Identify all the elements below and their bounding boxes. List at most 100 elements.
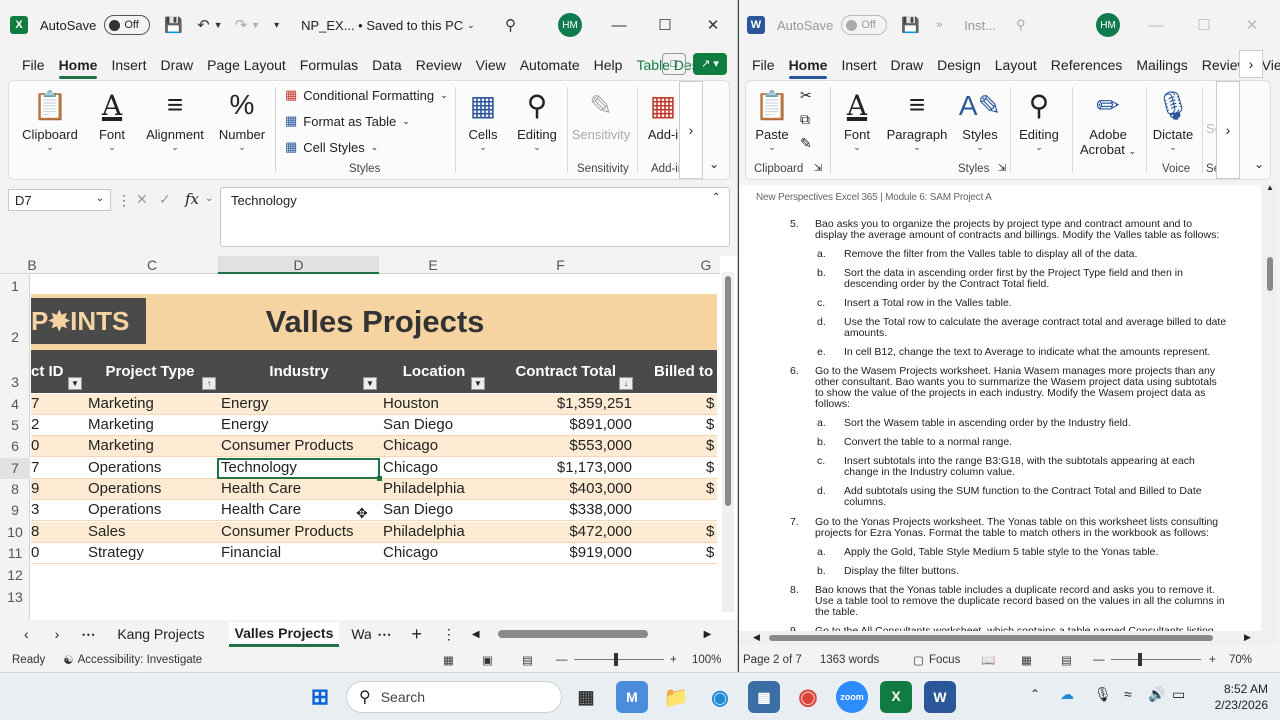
filter-dropdown-icon[interactable]: ▼ (68, 377, 82, 390)
battery-icon[interactable]: ▭ (1172, 686, 1185, 703)
chrome-icon[interactable]: ◉ (792, 681, 824, 713)
redo-icon[interactable]: ↷ (235, 16, 248, 34)
collapse-formula-bar-icon[interactable]: ⌃ (712, 192, 720, 203)
sheet-options-icon[interactable]: ⋮ (442, 626, 456, 643)
horizontal-scrollbar[interactable]: ◀ ▶ (739, 631, 1277, 645)
adobe-acrobat-button[interactable]: ✏ Adobe Acrobat ⌄ (1076, 85, 1140, 159)
column-header-b[interactable]: B (22, 256, 42, 274)
volume-icon[interactable]: 🔊 (1148, 686, 1165, 703)
row-header[interactable]: 9 (0, 500, 30, 521)
tab-file[interactable]: File (745, 57, 782, 73)
zoom-in-icon[interactable]: + (670, 654, 677, 666)
zoom-slider[interactable] (1111, 659, 1201, 660)
more-sheets-icon[interactable]: ⋯ (377, 626, 391, 643)
table-cell-billed[interactable]: $ (706, 544, 720, 564)
undo-icon[interactable]: ↶ (197, 16, 210, 34)
paste-button[interactable]: 📋 Paste ⌄ (752, 85, 792, 153)
sort-ascending-icon[interactable]: ↑ (202, 377, 216, 390)
taskbar-search[interactable]: ⚲ Search (346, 681, 562, 713)
table-cell-type[interactable]: Marketing (88, 437, 216, 457)
status-words[interactable]: 1363 words (820, 654, 879, 666)
sensitivity-button[interactable]: ✎ Sensitivity (569, 85, 633, 143)
dictate-button[interactable]: 🎙 Dictate ⌄ (1150, 85, 1196, 153)
zoom-in-icon[interactable]: + (1209, 654, 1216, 666)
tab-draw[interactable]: Draw (883, 57, 930, 73)
previous-sheet-icon[interactable]: ‹ (24, 626, 29, 642)
table-cell-id[interactable]: 0 (31, 544, 61, 564)
web-layout-icon[interactable]: ▤ (1061, 653, 1072, 667)
status-accessibility[interactable]: Accessibility: Investigate (78, 654, 203, 666)
search-icon[interactable]: ⚲ (505, 16, 516, 34)
zoom-slider-thumb[interactable] (1138, 653, 1142, 666)
tab-layout[interactable]: Layout (988, 57, 1044, 73)
table-cell-type[interactable]: Operations (88, 501, 216, 521)
table-cell-industry[interactable]: Health Care (221, 501, 378, 521)
tab-page-layout[interactable]: Page Layout (200, 57, 293, 73)
column-header-e[interactable]: E (380, 256, 486, 274)
tab-references[interactable]: References (1044, 57, 1130, 73)
row-header[interactable]: 3 (0, 372, 30, 392)
zoom-out-icon[interactable]: — (556, 654, 568, 666)
tab-home[interactable]: Home (52, 57, 105, 79)
table-cell-type[interactable]: Operations (88, 480, 216, 500)
table-cell-billed[interactable] (706, 501, 720, 521)
column-header-g[interactable]: G (692, 256, 720, 274)
active-cell-d7[interactable] (217, 458, 380, 479)
customize-toolbar-icon[interactable]: ▾ (274, 20, 279, 31)
share-button[interactable]: ↗ ▾ (693, 53, 727, 75)
table-cell-location[interactable]: Philadelphia (383, 523, 487, 543)
more-options-icon[interactable]: ⋮ (117, 192, 131, 209)
table-cell-industry[interactable]: Energy (221, 395, 378, 415)
vertical-scroll-thumb[interactable] (1267, 257, 1273, 291)
table-cell-type[interactable]: Strategy (88, 544, 216, 564)
table-cell-industry[interactable]: Consumer Products (221, 437, 378, 457)
minimize-button[interactable]: — (1133, 0, 1179, 50)
conditional-formatting-button[interactable]: ▦ Conditional Formatting ⌄ (285, 87, 448, 103)
sheet-tab-wasem-projects[interactable]: Wa (351, 626, 371, 642)
row-header[interactable]: 7 (0, 458, 30, 479)
fill-handle[interactable] (377, 476, 382, 481)
format-painter-icon[interactable]: ✎ (800, 135, 812, 152)
ribbon-scroll-right-button[interactable]: › (1216, 81, 1240, 179)
format-as-table-button[interactable]: ▦ Format as Table ⌄ (285, 113, 410, 129)
file-explorer-icon[interactable]: 📁 (660, 681, 692, 713)
row-header[interactable]: 12 (0, 565, 30, 586)
row-header[interactable]: 11 (0, 543, 30, 564)
status-page[interactable]: Page 2 of 7 (743, 654, 802, 666)
scroll-up-icon[interactable]: ▲ (1266, 183, 1274, 192)
filter-dropdown-icon[interactable]: ▼ (471, 377, 485, 390)
excel-filename[interactable]: NP_EX... • Saved to this PC (301, 18, 463, 33)
styles-button[interactable]: A✎ Styles ⌄ (958, 85, 1002, 153)
avatar[interactable]: HM (558, 13, 582, 37)
table-cell-billed[interactable]: $ (706, 480, 720, 500)
tab-file[interactable]: File (15, 57, 52, 73)
name-box[interactable]: D7 ⌄ (8, 189, 111, 211)
table-cell-location[interactable]: Philadelphia (383, 480, 487, 500)
cell-styles-button[interactable]: ▦ Cell Styles ⌄ (285, 139, 378, 155)
table-cell-total[interactable]: $1,173,000 (490, 459, 632, 479)
table-cell-industry[interactable]: Financial (221, 544, 378, 564)
maximize-button[interactable]: ☐ (642, 0, 688, 50)
row-header[interactable]: 6 (0, 436, 30, 457)
editing-button[interactable]: ⚲ Editing ⌄ (511, 85, 563, 153)
font-button[interactable]: A Font ⌄ (87, 85, 137, 153)
column-header-d[interactable]: D (218, 256, 379, 274)
start-icon[interactable]: ⊞ (304, 681, 336, 713)
save-icon[interactable]: 💾 (901, 16, 920, 34)
page-layout-view-icon[interactable]: ▣ (482, 653, 493, 667)
zoom-level[interactable]: 70% (1229, 654, 1252, 666)
ribbon-scroll-right-button[interactable]: › (679, 81, 703, 179)
tab-review[interactable]: Review (409, 57, 469, 73)
table-cell-total[interactable]: $891,000 (490, 416, 632, 436)
tab-data[interactable]: Data (365, 57, 409, 73)
ribbon-collapse-icon[interactable]: ⌄ (709, 157, 719, 171)
font-button[interactable]: A Font ⌄ (836, 85, 878, 153)
clock[interactable]: 8:52 AM 2/23/2026 (1196, 681, 1268, 713)
cut-icon[interactable]: ✂ (800, 87, 812, 104)
table-cell-type[interactable]: Operations (88, 459, 216, 479)
scroll-right-icon[interactable]: ▶ (704, 629, 712, 640)
table-cell-location[interactable]: San Diego (383, 416, 487, 436)
zoom-slider[interactable] (574, 659, 664, 660)
row-header[interactable]: 10 (0, 522, 30, 543)
number-button[interactable]: % Number ⌄ (215, 85, 269, 152)
